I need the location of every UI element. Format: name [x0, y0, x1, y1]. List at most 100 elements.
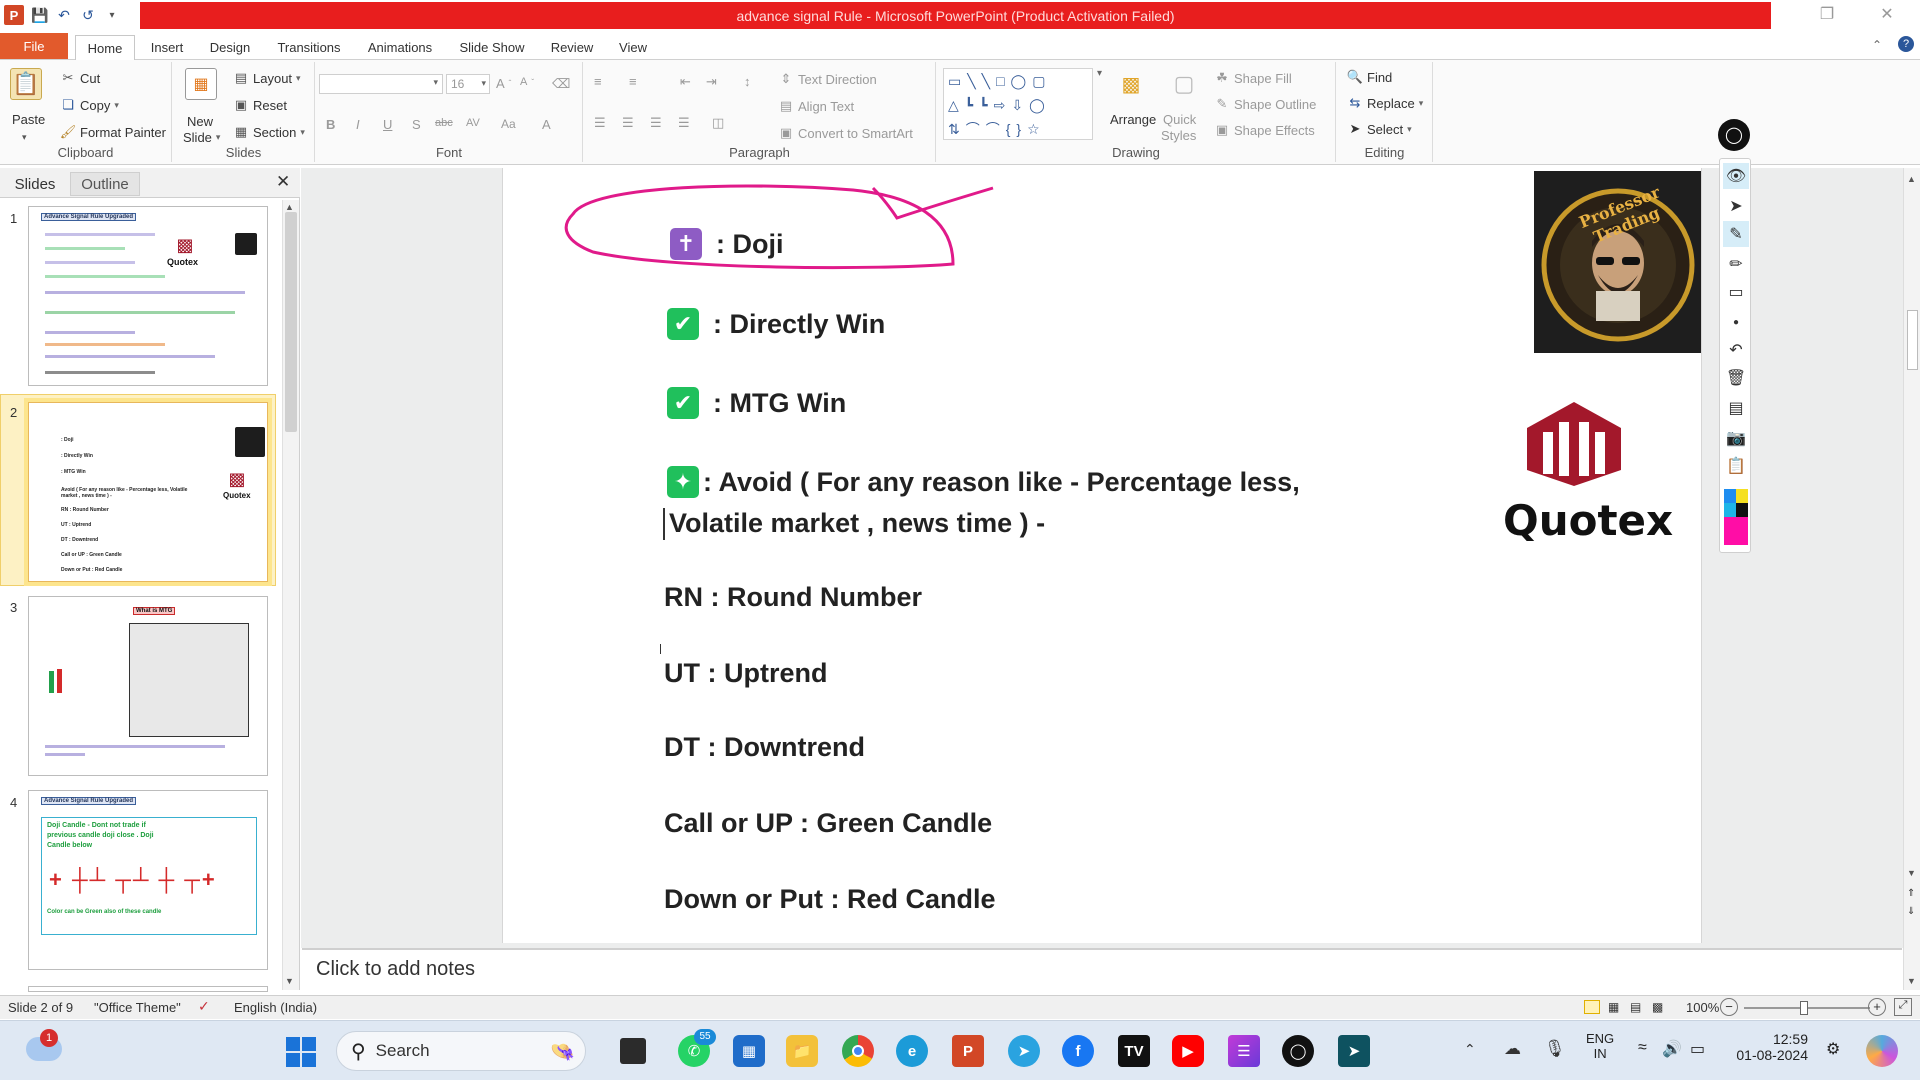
pointer-icon[interactable]: ➤	[1723, 193, 1749, 219]
bold-icon[interactable]: B	[326, 117, 335, 132]
scroll-up-icon[interactable]: ▲	[285, 202, 294, 212]
microphone-icon[interactable]: 🎙	[1544, 1039, 1566, 1059]
cut-button[interactable]: ✂ Cut	[60, 70, 101, 86]
decrease-indent-icon[interactable]: ⇤	[680, 74, 691, 90]
clipboard-icon[interactable]: 📋	[1723, 453, 1749, 479]
numbering-icon[interactable]: ≡	[629, 74, 637, 89]
pen-icon[interactable]: ✏	[1723, 251, 1749, 277]
color-palette[interactable]	[1724, 489, 1748, 545]
bullets-icon[interactable]: ≡	[594, 74, 602, 89]
edge-icon[interactable]: e	[896, 1035, 928, 1067]
arrange-icon[interactable]: ▩	[1115, 68, 1147, 100]
dot-size-icon[interactable]: ●	[1723, 309, 1749, 335]
shape-effects-button[interactable]: ▣ Shape Effects	[1214, 122, 1315, 138]
quick-styles-label-2[interactable]: Styles	[1161, 128, 1196, 143]
notes-pane[interactable]: Click to add notes	[302, 948, 1902, 990]
slideshow-view-icon[interactable]: ▩	[1652, 1000, 1663, 1014]
camera-icon[interactable]: 📷	[1723, 425, 1749, 451]
color-swatch-magenta[interactable]	[1724, 517, 1748, 545]
eye-icon[interactable]: 👁	[1723, 163, 1749, 189]
scroll-down-icon[interactable]: ▼	[285, 976, 294, 986]
paste-button[interactable]: Paste	[12, 112, 45, 127]
notes-scroll-down-icon[interactable]: ▼	[1907, 976, 1916, 986]
copilot-icon[interactable]	[1866, 1035, 1898, 1067]
tab-design[interactable]: Design	[204, 35, 256, 60]
slide-thumbnail-4[interactable]: Advance Signal Rule Upgraded Doji Candle…	[28, 790, 268, 970]
copy-button[interactable]: ❏ Copy ▾	[60, 97, 119, 113]
language[interactable]: English (India)	[234, 1000, 317, 1015]
previous-slide-icon[interactable]: ⇑	[1907, 888, 1915, 899]
convert-smartart-button[interactable]: ▣ Convert to SmartArt	[778, 125, 913, 141]
clear-formatting-icon[interactable]: ⌫	[552, 76, 570, 92]
paste-dropdown-icon[interactable]: ▾	[22, 132, 27, 143]
editor-scrollbar[interactable]: ▲ ▼ ⇑ ⇓ ▼	[1903, 168, 1920, 990]
format-painter-button[interactable]: 🖌 Format Painter	[60, 124, 166, 140]
shape-fill-button[interactable]: ☘ Shape Fill	[1214, 70, 1292, 86]
italic-icon[interactable]: I	[356, 117, 360, 132]
volume-icon[interactable]: 🔊	[1662, 1039, 1682, 1059]
section-button[interactable]: ▦ Section ▾	[233, 124, 305, 140]
trash-icon[interactable]: 🗑	[1723, 365, 1749, 391]
video-editor-icon[interactable]: ☰	[1228, 1035, 1260, 1067]
whiteboard-icon[interactable]: ▤	[1723, 395, 1749, 421]
scroll-up-icon[interactable]: ▲	[1907, 174, 1916, 184]
shrink-font-icon[interactable]: Aˇ	[520, 76, 534, 88]
youtube-icon[interactable]: ▶	[1172, 1035, 1204, 1067]
line-spacing-icon[interactable]: ↕	[744, 74, 751, 89]
tradingview-icon[interactable]: TV	[1118, 1035, 1150, 1067]
tab-home[interactable]: Home	[75, 35, 135, 61]
powerpoint-taskbar-icon[interactable]: P	[952, 1035, 984, 1067]
grow-font-icon[interactable]: Aˆ	[496, 76, 511, 91]
slide-thumbnail-1[interactable]: Advance Signal Rule Upgraded ▩ Quotex	[28, 206, 268, 386]
replace-button[interactable]: ⇆ Replace ▾	[1347, 95, 1424, 111]
paste-icon[interactable]: 📋	[10, 68, 42, 100]
save-icon[interactable]: 💾	[31, 7, 48, 23]
doji-line[interactable]: ✝ : Doji	[670, 228, 784, 260]
shape-outline-button[interactable]: ✎ Shape Outline	[1214, 96, 1317, 112]
reading-view-icon[interactable]: ▤	[1630, 1000, 1641, 1014]
columns-icon[interactable]: ◫	[712, 115, 724, 131]
zoom-level[interactable]: 100%	[1686, 1000, 1719, 1015]
align-left-icon[interactable]: ☰	[594, 115, 606, 131]
align-center-icon[interactable]: ☰	[622, 115, 634, 131]
change-case-icon[interactable]: Aa	[501, 117, 516, 131]
avoid-line-2[interactable]: Volatile market , news time ) -	[669, 508, 1045, 539]
close-window-button[interactable]: ✕	[1872, 5, 1902, 25]
close-pane-icon[interactable]: ✕	[276, 172, 290, 192]
tab-insert[interactable]: Insert	[142, 35, 192, 60]
new-slide-label-1[interactable]: New	[187, 114, 213, 129]
zoom-slider-thumb[interactable]	[1800, 1001, 1808, 1015]
theme-name[interactable]: "Office Theme"	[94, 1000, 181, 1015]
chrome-icon[interactable]	[842, 1035, 874, 1067]
find-button[interactable]: 🔍 Find	[1347, 69, 1392, 85]
tab-transitions[interactable]: Transitions	[272, 35, 346, 60]
tab-outline-pane[interactable]: Outline	[70, 172, 140, 196]
color-swatch-cyan[interactable]	[1724, 503, 1736, 517]
underline-icon[interactable]: U	[383, 117, 392, 132]
scroll-down-icon[interactable]: ▼	[1907, 868, 1916, 878]
file-explorer-icon[interactable]: 📁	[786, 1035, 818, 1067]
language-indicator[interactable]: ENG IN	[1586, 1031, 1614, 1061]
spell-check-icon[interactable]: ✓	[198, 998, 210, 1015]
call-line[interactable]: Call or UP : Green Candle	[664, 808, 992, 839]
tab-slides-pane[interactable]: Slides	[6, 172, 64, 196]
justify-icon[interactable]: ☰	[678, 115, 690, 131]
notifications-icon[interactable]: ⚙	[1826, 1039, 1840, 1059]
tab-animations[interactable]: Animations	[362, 35, 438, 60]
start-button[interactable]	[286, 1037, 316, 1067]
quick-styles-label-1[interactable]: Quick	[1163, 112, 1196, 127]
tab-slide-show[interactable]: Slide Show	[456, 35, 528, 60]
undo-stroke-icon[interactable]: ↶	[1723, 337, 1749, 363]
font-name-combobox[interactable]: ▾	[319, 74, 443, 94]
lightbulb-app-icon[interactable]: ◯	[1718, 119, 1750, 151]
strikethrough-icon[interactable]: abc	[435, 117, 453, 129]
rn-line[interactable]: RN : Round Number	[664, 582, 922, 613]
customize-quick-access-icon[interactable]: ▾	[104, 7, 120, 23]
slide-thumbnail-3[interactable]: What is MTG	[28, 596, 268, 776]
color-swatch-black[interactable]	[1736, 503, 1748, 517]
facebook-icon[interactable]: f	[1062, 1035, 1094, 1067]
layout-button[interactable]: ▤ Layout ▾	[233, 70, 301, 86]
dt-line[interactable]: DT : Downtrend	[664, 732, 865, 763]
shapes-gallery[interactable]: ▭╲╲□◯▢ △┗┗⇨⇩◯ ⇅⌒⌒{}☆	[943, 68, 1093, 140]
onedrive-icon[interactable]: ☁	[1504, 1039, 1521, 1059]
